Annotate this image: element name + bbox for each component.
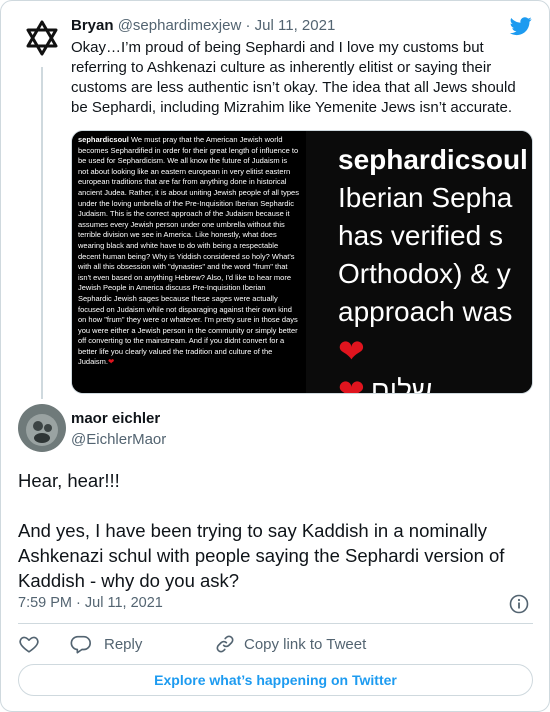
parent-avatar[interactable] <box>18 14 66 62</box>
like-button[interactable] <box>18 633 70 655</box>
main-tweet-text: Hear, hear!!! And yes, I have been tryin… <box>18 468 533 593</box>
main-tweet-paragraph-2: And yes, I have been trying to say Kaddi… <box>18 520 505 591</box>
twitter-bird-icon[interactable] <box>509 15 533 37</box>
thread-connector-line <box>41 67 43 399</box>
main-tweet-line-1: Hear, hear!!! <box>18 470 120 491</box>
timestamp-separator: · <box>76 595 81 611</box>
tweet-timestamp[interactable]: 7:59 PM · Jul 11, 2021 <box>18 595 163 611</box>
copy-link-button[interactable]: Copy link to Tweet <box>214 633 366 655</box>
red-heart-icon: ❤ <box>338 333 365 369</box>
explore-twitter-button[interactable]: Explore what’s happening on Twitter <box>18 664 533 696</box>
media-image-left[interactable]: sephardicsoul We must pray that the Amer… <box>72 131 303 393</box>
red-heart-icon: ❤ <box>338 373 365 393</box>
info-icon[interactable] <box>509 594 529 614</box>
small-heart-icon: ❤ <box>108 357 115 367</box>
tweet-embed-card: Bryan @sephardimexjew · Jul 11, 2021 Oka… <box>0 0 550 712</box>
avatar-photo <box>18 404 66 452</box>
media-hebrew-text: שלום <box>370 375 433 393</box>
media-right-line: Orthodox) & y <box>338 258 511 289</box>
media-right-username: sephardicsoul <box>338 144 528 175</box>
tweet-actions: Reply Copy link to Tweet <box>18 633 366 655</box>
media-heart-hebrew-row: ❤ שלום <box>338 371 532 393</box>
media-right-line: approach was <box>338 296 513 327</box>
header-separator: · <box>245 17 251 34</box>
main-author-name[interactable]: maor eichler <box>71 410 160 427</box>
media-heart-row: ❤ <box>338 331 532 371</box>
tweet-time: 7:59 PM <box>18 595 72 611</box>
main-author-handle[interactable]: @EichlerMaor <box>71 431 166 448</box>
link-icon <box>216 635 234 653</box>
reply-label: Reply <box>104 635 143 653</box>
main-author-avatar[interactable] <box>18 404 66 452</box>
media-left-username: sephardicsoul <box>78 135 129 144</box>
parent-tweet-text: Okay…I’m proud of being Sephardi and I l… <box>71 39 516 116</box>
parent-tweet-header: Bryan @sephardimexjew · Jul 11, 2021 <box>71 17 335 34</box>
parent-author-name[interactable]: Bryan <box>71 17 114 34</box>
parent-tweet[interactable]: Bryan @sephardimexjew · Jul 11, 2021 Oka… <box>1 1 549 399</box>
reply-icon <box>70 635 91 654</box>
reply-button[interactable]: Reply <box>70 633 214 655</box>
tweet-media-gallery[interactable]: sephardicsoul We must pray that the Amer… <box>71 130 533 394</box>
heart-outline-icon <box>19 636 39 653</box>
media-left-text: We must pray that the American Jewish wo… <box>78 135 299 367</box>
media-right-line: has verified s <box>338 220 503 251</box>
media-right-line: Iberian Sepha <box>338 182 513 213</box>
parent-tweet-date[interactable]: Jul 11, 2021 <box>255 17 336 34</box>
parent-author-handle[interactable]: @sephardimexjew <box>118 17 242 34</box>
divider <box>18 623 533 624</box>
copy-link-label: Copy link to Tweet <box>244 635 367 653</box>
media-image-right[interactable]: sephardicsoul Iberian Sepha has verified… <box>306 131 532 393</box>
tweet-date: Jul 11, 2021 <box>84 595 163 611</box>
star-of-david-icon <box>26 20 58 56</box>
